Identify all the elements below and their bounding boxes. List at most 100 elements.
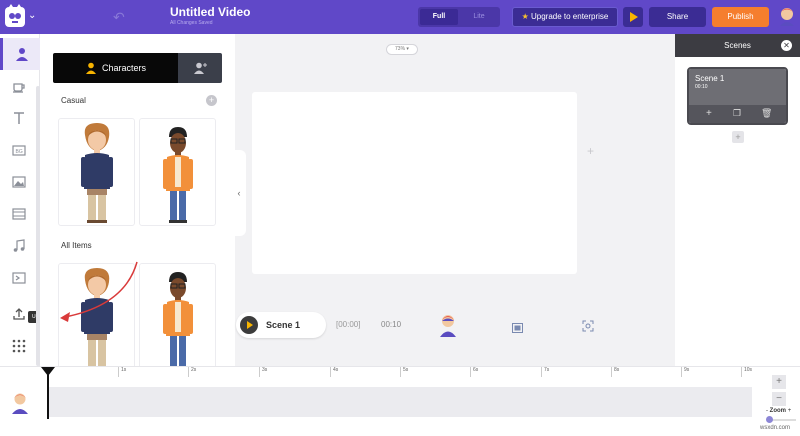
timeline-tick: 9s (681, 367, 689, 377)
sidebar-item-music[interactable] (0, 230, 40, 262)
character-icon (86, 62, 96, 74)
timeline-tick: 1s (118, 367, 126, 377)
character-figure-male-curly (81, 268, 113, 366)
zoom-out-button[interactable]: − (772, 392, 786, 406)
collapse-panel-button[interactable]: ‹ (232, 150, 246, 236)
character-track[interactable] (48, 387, 752, 417)
section-all-title: All Items (61, 241, 92, 250)
play-icon (630, 12, 638, 22)
character-card[interactable] (139, 118, 216, 226)
scene-play-button[interactable] (240, 316, 258, 334)
add-casual-button[interactable]: + (206, 95, 217, 106)
zoom-text: Zoom (769, 408, 787, 414)
character-icon[interactable] (10, 392, 30, 414)
project-title[interactable]: Untitled Video (170, 5, 250, 19)
publish-button[interactable]: Publish (712, 7, 769, 27)
close-icon[interactable]: ✕ (781, 40, 792, 51)
chevron-left-icon: ‹ (237, 188, 241, 198)
sidebar-item-text[interactable] (0, 102, 40, 134)
star-icon: ★ (521, 12, 529, 21)
tab-characters[interactable]: Characters (53, 53, 178, 83)
save-status: All Changes Saved (170, 20, 213, 26)
video-canvas[interactable] (252, 92, 577, 274)
scene-card[interactable]: Scene 1 00:10 + ❐ 🗑 (687, 67, 788, 125)
add-icon[interactable]: + (706, 108, 712, 119)
mode-full-button[interactable]: Full (420, 9, 458, 25)
text-icon (14, 112, 24, 124)
upgrade-button[interactable]: ★ Upgrade to enterprise (512, 7, 618, 27)
image-icon (12, 176, 26, 188)
library-scrollbar[interactable] (36, 86, 40, 366)
tab-characters-label: Characters (102, 63, 147, 73)
scene-card-actions: + ❐ 🗑 (689, 105, 786, 123)
playhead-handle[interactable] (41, 367, 55, 376)
zoom-slider-knob[interactable] (766, 416, 773, 423)
sidebar-item-effects[interactable] (0, 262, 40, 294)
character-icon (16, 48, 28, 61)
sidebar-item-backgrounds[interactable]: BG (0, 134, 40, 166)
mode-lite-button[interactable]: Lite (460, 9, 498, 25)
grid-icon (12, 339, 26, 353)
zoom-in-button[interactable]: + (772, 375, 786, 389)
add-scene-button[interactable]: + (732, 131, 744, 143)
video-icon (12, 208, 26, 220)
background-icon[interactable] (512, 320, 523, 333)
scene-duration[interactable]: 00:10 (381, 320, 401, 329)
timeline: 1s 2s 3s 4s 5s 6s 7s 8s 9s 10s + − - Zoo… (0, 366, 800, 436)
timeline-tick: 6s (470, 367, 478, 377)
music-icon (13, 239, 25, 252)
upgrade-label: Upgrade to enterprise (531, 12, 609, 21)
zoom-select[interactable]: 73% ▾ (386, 44, 418, 55)
sidebar-item-videos[interactable] (0, 198, 40, 230)
upload-icon (13, 308, 25, 320)
library-tabs: Characters (53, 53, 222, 83)
delete-icon[interactable]: 🗑 (761, 108, 772, 119)
sidebar-item-images[interactable] (0, 166, 40, 198)
scene-card-name: Scene 1 (695, 74, 725, 83)
bg-icon: BG (12, 145, 26, 156)
sidebar-item-more[interactable] (0, 330, 40, 362)
effects-icon (12, 272, 26, 284)
top-bar: ⌄ ↶ Untitled Video All Changes Saved Ful… (0, 0, 800, 34)
library-panel: Characters Casual + All Items (40, 34, 235, 371)
character-card[interactable] (58, 118, 135, 226)
character-figure-male-curly (81, 123, 113, 223)
zoom-plus-label: + (787, 408, 792, 414)
watermark: wsxdn.com (760, 425, 791, 431)
chevron-down-icon[interactable]: ⌄ (28, 10, 36, 21)
timeline-tick: 8s (611, 367, 619, 377)
add-scene-plus-icon[interactable]: + (587, 144, 594, 158)
character-figure-male-orange (163, 127, 193, 223)
zoom-label: - Zoom + (766, 408, 791, 414)
zoom-level: 73% (395, 46, 406, 52)
scene-play-bar: Scene 1 (236, 312, 326, 338)
timeline-tick: 5s (400, 367, 408, 377)
undo-icon[interactable]: ↶ (113, 9, 125, 26)
play-icon (247, 321, 253, 329)
share-button[interactable]: Share (649, 7, 706, 27)
zoom-minus-label: - (766, 408, 768, 414)
camera-icon[interactable] (582, 319, 594, 332)
scene-card-duration: 00:10 (695, 84, 708, 90)
character-card[interactable] (139, 263, 216, 371)
scene-label: Scene 1 (266, 320, 301, 330)
scene-start-time: [00:00] (336, 320, 361, 329)
app-logo-icon[interactable] (4, 4, 26, 28)
timeline-tick: 4s (330, 367, 338, 377)
character-card[interactable] (58, 263, 135, 371)
character-icon[interactable] (438, 313, 458, 337)
avatar[interactable] (777, 6, 797, 26)
sidebar-item-characters[interactable] (0, 38, 40, 70)
timeline-tick: 7s (541, 367, 549, 377)
add-character-icon (194, 62, 207, 74)
sidebar-item-properties[interactable] (0, 70, 40, 102)
preview-play-button[interactable] (623, 7, 643, 27)
playhead[interactable] (47, 369, 49, 419)
tab-custom-character[interactable] (178, 53, 222, 83)
timeline-tick: 10s (741, 367, 752, 377)
scenes-panel: Scenes ✕ Scene 1 00:10 + ❐ 🗑 + (675, 34, 800, 366)
section-casual-title: Casual (61, 96, 86, 105)
character-figure-male-orange (163, 272, 193, 366)
mode-toggle: Full Lite (418, 7, 500, 27)
duplicate-icon[interactable]: ❐ (733, 108, 741, 119)
